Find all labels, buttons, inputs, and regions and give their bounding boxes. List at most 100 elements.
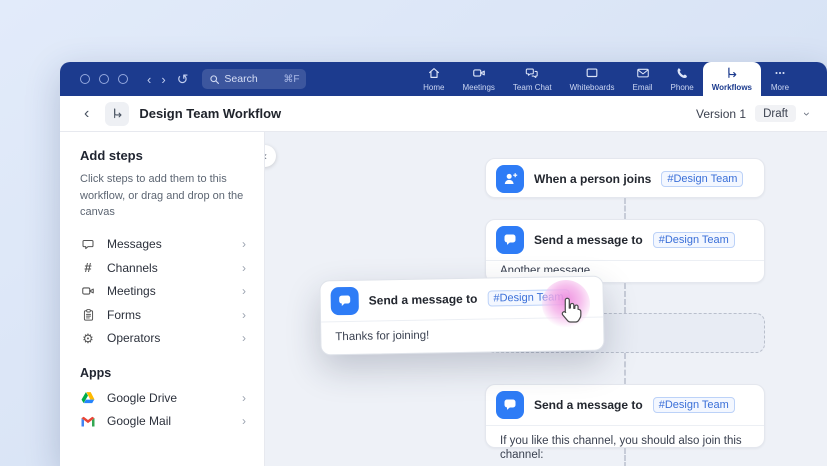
sidebar-title: Add steps [80,148,246,163]
sidebar-item-forms[interactable]: Forms › [80,303,246,327]
gear-icon: ⚙ [80,332,96,345]
forward-icon[interactable]: › [156,73,170,86]
chevron-right-icon: › [242,391,246,405]
tab-whiteboards[interactable]: Whiteboards [561,62,624,96]
message-bubble-icon [80,237,96,251]
version-label: Version 1 [696,107,746,121]
card-title: Send a message to [534,398,643,412]
window-maximize-button[interactable] [118,74,128,84]
sidebar-item-google-mail[interactable]: Google Mail › [80,410,246,434]
tab-home[interactable]: Home [414,62,453,96]
chevron-right-icon: › [242,237,246,251]
sidebar-item-label: Forms [107,308,141,322]
workflow-icon [105,102,129,126]
workflow-branch-icon [725,66,739,80]
workflow-canvas[interactable]: ‹ When a person joins #Design Team [265,132,827,466]
workflow-header: ‹ Design Team Workflow Version 1 Draft › [60,96,827,132]
tab-label: More [771,83,789,92]
back-icon[interactable]: ‹ [142,73,156,86]
chevron-right-icon: › [242,261,246,275]
card-header: Send a message to #Design Team [486,385,764,425]
history-icon[interactable]: ↺ [171,72,195,86]
tab-email[interactable]: Email [624,62,662,96]
tab-workflows[interactable]: Workflows [703,62,761,96]
chevron-right-icon: › [242,284,246,298]
card-title: Send a message to [534,233,643,247]
chevron-right-icon: › [242,331,246,345]
card-message-text: Another message [486,261,764,272]
navbar-tabs: Home Meetings Team Chat Whiteboards Emai… [414,62,799,96]
whiteboard-icon [585,66,599,80]
workflow-connector [624,283,626,313]
workflow-connector [624,353,626,384]
status-badge: Draft [755,105,796,122]
window-controls [80,74,128,84]
chat-bubbles-icon [525,66,539,80]
chat-bubble-icon [330,287,358,315]
version-dropdown-icon[interactable]: › [800,112,814,116]
sidebar-item-channels[interactable]: # Channels › [80,256,246,280]
sidebar-description: Click steps to add them to this workflow… [80,171,246,221]
workflow-connector [624,448,626,466]
search-placeholder: Search [224,73,279,85]
phone-icon [675,66,689,80]
channel-chip[interactable]: #Design Team [653,397,735,413]
card-title: When a person joins [534,172,651,186]
apps-section-title: Apps [80,366,246,380]
top-navbar: ‹ › ↺ Search ⌘F Home Meetings Team Chat [60,62,827,96]
app-window: ‹ › ↺ Search ⌘F Home Meetings Team Chat [60,62,827,466]
back-to-workflows-button[interactable]: ‹ [78,106,95,122]
workflow-card-message-1[interactable]: Send a message to #Design Team Another m… [485,219,765,283]
hand-pointer-cursor [558,296,585,326]
sidebar-item-label: Google Mail [107,414,171,428]
channel-chip[interactable]: #Design Team [661,171,743,187]
version-controls: Version 1 Draft › [696,105,809,122]
navbar-left-controls: ‹ › ↺ Search ⌘F [60,69,306,89]
tab-label: Meetings [462,83,494,92]
search-input[interactable]: Search ⌘F [202,69,306,89]
hash-icon: # [80,260,96,275]
tab-meetings[interactable]: Meetings [453,62,503,96]
channel-chip[interactable]: #Design Team [653,232,735,248]
chat-bubble-icon [496,391,524,419]
window-minimize-button[interactable] [99,74,109,84]
search-shortcut: ⌘F [283,74,299,85]
card-header: When a person joins #Design Team [486,159,764,199]
video-camera-icon [472,66,486,80]
sidebar-item-label: Google Drive [107,391,177,405]
add-steps-sidebar: Add steps Click steps to add them to thi… [60,132,265,466]
search-icon [209,74,220,85]
sidebar-item-label: Meetings [107,284,156,298]
sidebar-collapse-button[interactable]: ‹ [265,145,276,167]
more-dots-icon [773,66,787,80]
card-title: Send a message to [369,292,478,308]
sidebar-item-meetings[interactable]: Meetings › [80,280,246,304]
sidebar-item-messages[interactable]: Messages › [80,233,246,257]
person-add-icon [496,165,524,193]
workflow-card-message-2[interactable]: Send a message to #Design Team If you li… [485,384,765,448]
tab-label: Workflows [712,83,752,92]
clipboard-icon [80,308,96,322]
workflow-connector [624,198,626,219]
tab-phone[interactable]: Phone [662,62,703,96]
sidebar-item-label: Messages [107,237,162,251]
workflow-card-trigger[interactable]: When a person joins #Design Team [485,158,765,198]
sidebar-item-google-drive[interactable]: Google Drive › [80,386,246,410]
sidebar-item-label: Operators [107,331,160,345]
chat-bubble-icon [496,226,524,254]
home-icon [427,66,441,80]
sidebar-item-label: Channels [107,261,158,275]
card-header: Send a message to #Design Team [486,220,764,260]
envelope-icon [636,66,650,80]
google-drive-icon [80,391,96,404]
gmail-icon [80,416,96,427]
sidebar-item-operators[interactable]: ⚙ Operators › [80,327,246,351]
window-close-button[interactable] [80,74,90,84]
tab-more[interactable]: More [761,62,799,96]
tab-label: Email [633,83,653,92]
page-title: Design Team Workflow [139,106,281,121]
video-camera-icon [80,284,96,298]
tab-team-chat[interactable]: Team Chat [504,62,561,96]
tab-label: Team Chat [513,83,552,92]
chevron-right-icon: › [242,414,246,428]
